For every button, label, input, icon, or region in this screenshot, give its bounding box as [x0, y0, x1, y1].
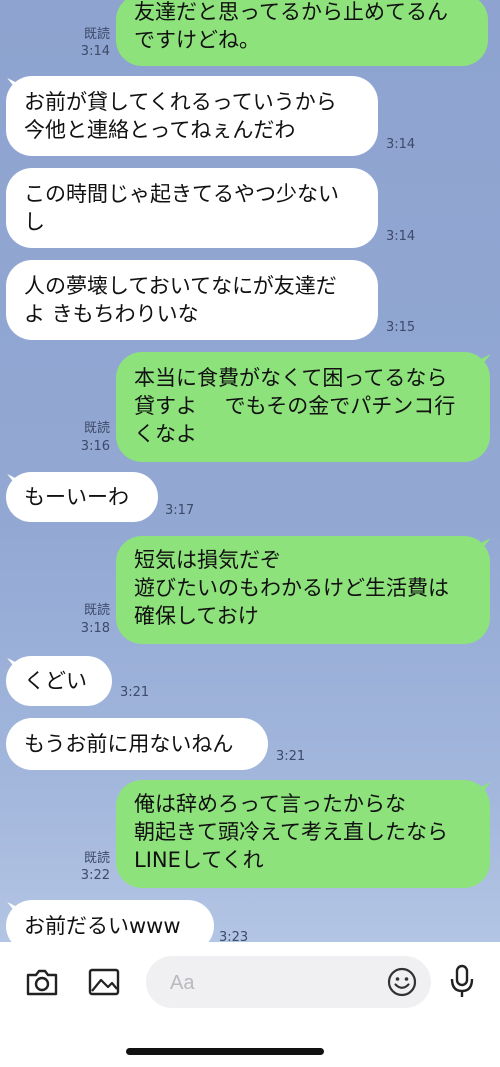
message-time: 3:18 [80, 621, 110, 636]
message-bubble-received[interactable]: 人の夢壊しておいてなにが友達だ よ きもちわりいな [6, 260, 378, 340]
message-input-field[interactable] [146, 956, 431, 1008]
image-icon[interactable] [84, 962, 124, 1002]
message-time: 3:16 [80, 439, 110, 454]
read-receipt: 既読 [83, 603, 110, 618]
message-bubble-sent[interactable]: 本当に食費がなくて困ってるなら 貸すよ でもその金でパチンコ行 くなよ [116, 352, 490, 462]
chat-area[interactable]: 友達だと思ってるから止めてるん ですけどね。 既読 3:14 お前が貸してくれる… [0, 0, 500, 942]
emoji-icon[interactable] [385, 965, 419, 999]
message-bubble-sent[interactable]: 友達だと思ってるから止めてるん ですけどね。 [116, 0, 488, 66]
message-bubble-received[interactable]: もーいーわ [6, 472, 158, 522]
home-indicator[interactable] [126, 1048, 324, 1055]
chevron-right-icon[interactable] [0, 962, 6, 1002]
message-time: 3:21 [120, 685, 150, 700]
message-time: 3:17 [165, 503, 195, 518]
read-receipt: 既読 [83, 851, 110, 866]
message-time: 3:14 [386, 229, 416, 244]
message-bubble-received[interactable]: お前が貸してくれるっていうから 今他と連絡とってねぇんだわ [6, 76, 378, 156]
message-bubble-received[interactable]: もうお前に用ないねん [6, 718, 268, 770]
message-time: 3:15 [386, 320, 416, 335]
message-bubble-received[interactable]: この時間じゃ起きてるやつ少ない し [6, 168, 378, 248]
read-receipt: 既読 [83, 421, 110, 436]
message-bubble-received[interactable]: お前だるいwww [6, 900, 214, 942]
message-bubble-received[interactable]: くどい [6, 656, 112, 706]
message-input[interactable] [168, 968, 372, 998]
message-time: 3:21 [276, 749, 306, 764]
message-time: 3:22 [80, 868, 110, 883]
home-indicator-area [0, 1022, 500, 1067]
message-bubble-sent[interactable]: 俺は辞めろって言ったからな 朝起きて頭冷えて考え直したなら LINEしてくれ [116, 780, 490, 888]
microphone-icon[interactable] [442, 962, 482, 1002]
message-time: 3:23 [219, 930, 249, 942]
camera-icon[interactable] [22, 962, 62, 1002]
message-time: 3:14 [80, 44, 110, 59]
message-time: 3:14 [386, 137, 416, 152]
read-receipt: 既読 [83, 27, 110, 42]
message-bubble-sent[interactable]: 短気は損気だぞ 遊びたいのもわかるけど生活費は 確保しておけ [116, 536, 490, 644]
